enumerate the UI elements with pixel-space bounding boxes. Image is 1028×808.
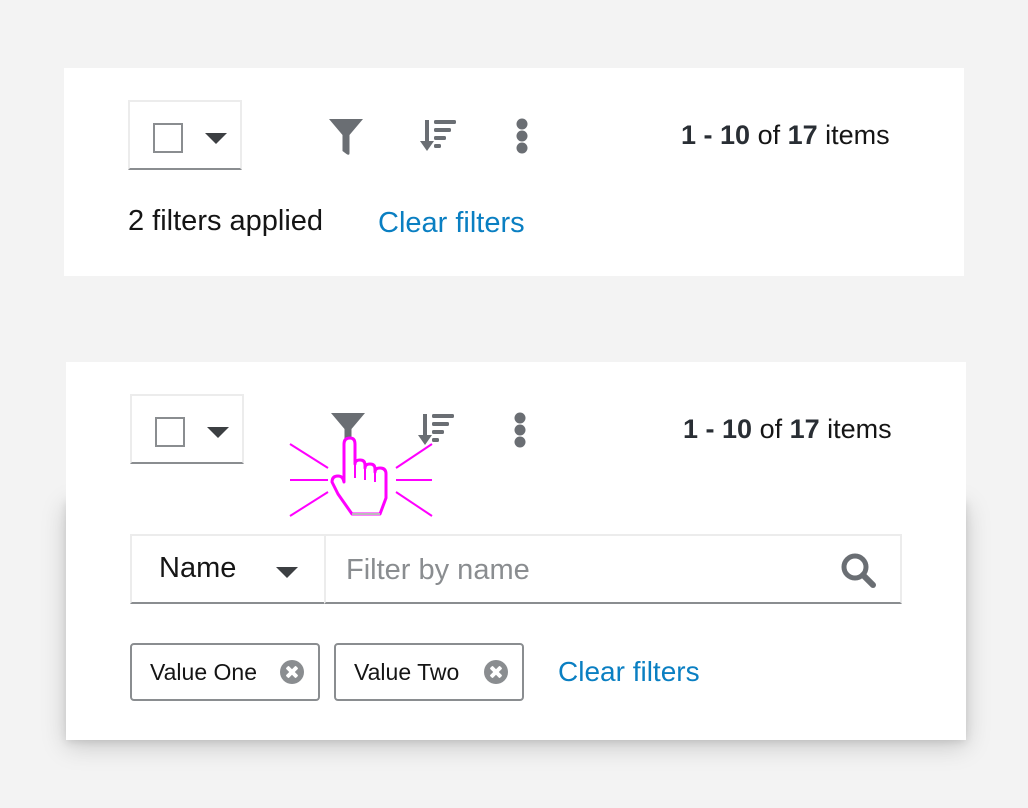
- filter-chip-label: Value One: [150, 659, 257, 685]
- pagination-range-end: 10: [722, 414, 753, 444]
- close-circle-icon[interactable]: [484, 660, 508, 684]
- pagination-of: of: [752, 414, 790, 444]
- pagination-range-start: 1: [681, 120, 697, 150]
- filter-chip-label: Value Two: [354, 659, 460, 685]
- filter-toggle-button[interactable]: [328, 118, 364, 156]
- pagination-range-end: 10: [720, 120, 751, 150]
- kebab-menu-icon: [514, 412, 526, 448]
- kebab-menu-button[interactable]: [512, 412, 528, 448]
- pagination-items-label: items: [819, 414, 892, 444]
- attribute-select-label: Name: [159, 552, 237, 584]
- filter-toggle-button[interactable]: [330, 412, 366, 450]
- kebab-menu-button[interactable]: [514, 118, 530, 154]
- bulk-select-dropdown[interactable]: [128, 100, 242, 170]
- filter-group: Name: [130, 534, 902, 604]
- filter-chip: Value One: [130, 643, 320, 701]
- bulk-select-checkbox[interactable]: [155, 417, 185, 447]
- search-icon[interactable]: [840, 552, 878, 595]
- filter-chip: Value Two: [334, 643, 524, 701]
- pagination-summary: 1 - 10 of 17 items: [683, 414, 892, 445]
- caret-down-icon[interactable]: [205, 133, 227, 144]
- close-circle-icon[interactable]: [280, 660, 304, 684]
- sort-amount-down-icon: [420, 120, 456, 151]
- pagination-of: of: [750, 120, 788, 150]
- sort-button[interactable]: [419, 119, 457, 153]
- filter-search-input[interactable]: [346, 548, 816, 592]
- filter-icon: [331, 413, 365, 449]
- toolbar-card-collapsed: 1 - 10 of 17 items 2 filters applied Cle…: [64, 68, 964, 276]
- caret-down-icon[interactable]: [276, 567, 298, 578]
- bulk-select-checkbox[interactable]: [153, 123, 183, 153]
- sort-button[interactable]: [417, 413, 455, 447]
- filter-search-field[interactable]: [324, 534, 902, 604]
- pagination-total: 17: [787, 120, 818, 150]
- filter-icon: [329, 119, 363, 155]
- clear-filters-link[interactable]: Clear filters: [558, 656, 700, 688]
- pagination-total: 17: [789, 414, 820, 444]
- pagination-range-separator: -: [696, 120, 721, 150]
- pagination-range-start: 1: [683, 414, 699, 444]
- pagination-range-separator: -: [698, 414, 723, 444]
- bulk-select-dropdown[interactable]: [130, 394, 244, 464]
- kebab-menu-icon: [516, 118, 528, 154]
- pagination-items-label: items: [817, 120, 890, 150]
- attribute-select-dropdown[interactable]: Name: [130, 534, 326, 604]
- sort-amount-down-icon: [418, 414, 454, 445]
- pagination-summary: 1 - 10 of 17 items: [681, 120, 890, 151]
- caret-down-icon[interactable]: [207, 427, 229, 438]
- filters-applied-count: 2 filters applied: [128, 205, 324, 237]
- clear-filters-link[interactable]: Clear filters: [378, 207, 525, 240]
